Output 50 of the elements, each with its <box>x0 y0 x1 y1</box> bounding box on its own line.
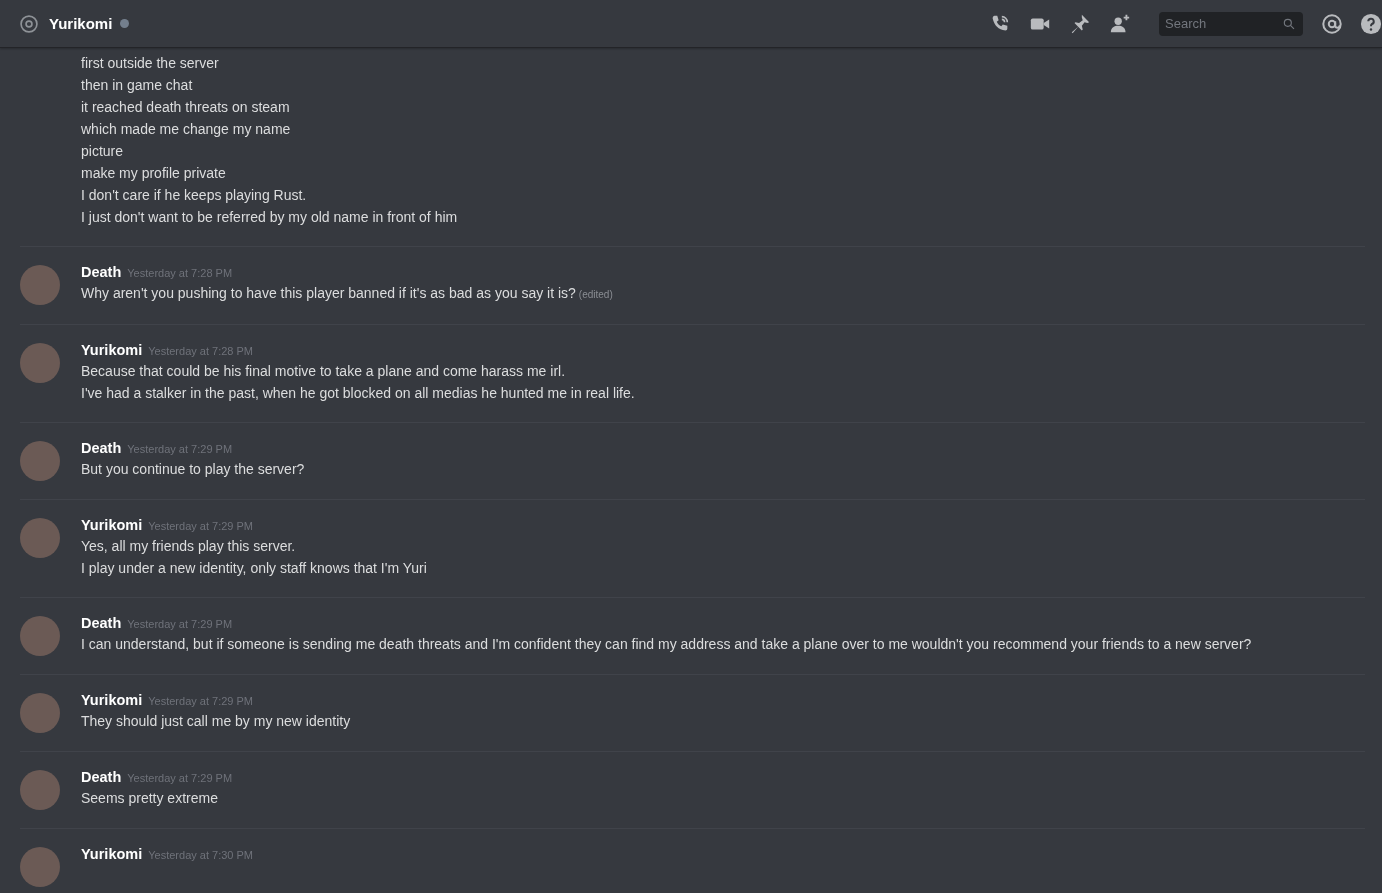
message-text: first outside the server <box>81 55 219 71</box>
timestamp: Yesterday at 7:29 PM <box>127 772 233 784</box>
search-field[interactable]: Search <box>1159 11 1303 36</box>
search-icon <box>1282 16 1296 31</box>
avatar-placeholder[interactable] <box>20 770 60 810</box>
author-name[interactable]: Death <box>81 769 122 785</box>
message-text: which made me change my name <box>81 121 291 137</box>
help-icon[interactable] <box>1360 12 1382 35</box>
message-text: Because that could be his final motive to take a plane and come harass me irl. <box>81 363 566 379</box>
timestamp: Yesterday at 7:29 PM <box>127 443 233 455</box>
message-text: I can understand, but if someone is sending me death threats and I'm confident they can find my address and take a plane over to me wouldn't you recommend your friends to a new server? <box>81 636 1252 652</box>
pin-icon[interactable] <box>1069 12 1091 35</box>
author-name[interactable]: Death <box>81 440 122 456</box>
message-text: it reached death threats on steam <box>81 99 290 115</box>
message-text: But you continue to play the server? <box>81 461 305 477</box>
message-text: I just don't want to be referred by my old name in front of him <box>81 209 458 225</box>
message-text: picture <box>81 143 124 159</box>
message-text: I don't care if he keeps playing Rust. <box>81 187 307 203</box>
avatar-placeholder[interactable] <box>20 265 60 305</box>
author-name[interactable]: Yurikomi <box>81 846 143 862</box>
author-name[interactable]: Death <box>81 615 122 631</box>
author-name[interactable]: Yurikomi <box>81 517 143 533</box>
channel-title: Yurikomi <box>49 15 113 32</box>
message-text: Why aren't you pushing to have this player banned if it's as bad as you say it is? <box>81 285 576 301</box>
timestamp: Yesterday at 7:29 PM <box>148 520 254 532</box>
message-text: Yes, all my friends play this server. <box>81 538 296 554</box>
message-text: I've had a stalker in the past, when he got blocked on all medias he hunted me in real life. <box>81 385 635 401</box>
message-text: They should just call me by my new identity <box>81 713 351 729</box>
message-text: Seems pretty extreme <box>81 790 218 806</box>
avatar-placeholder[interactable] <box>20 441 60 481</box>
avatar-placeholder[interactable] <box>20 343 60 383</box>
author-name[interactable]: Yurikomi <box>81 342 143 358</box>
timestamp: Yesterday at 7:30 PM <box>148 849 254 861</box>
avatar-placeholder[interactable] <box>20 616 60 656</box>
avatar-placeholder[interactable] <box>20 518 60 558</box>
timestamp: Yesterday at 7:29 PM <box>127 618 233 630</box>
timestamp: Yesterday at 7:28 PM <box>148 345 254 357</box>
message-text: I play under a new identity, only staff knows that I'm Yuri <box>81 560 427 576</box>
timestamp: Yesterday at 7:28 PM <box>127 267 233 279</box>
avatar-placeholder[interactable] <box>20 693 60 733</box>
avatar-placeholder[interactable] <box>20 847 60 887</box>
timestamp: Yesterday at 7:29 PM <box>148 695 254 707</box>
author-name[interactable]: Yurikomi <box>81 692 143 708</box>
message-text: make my profile private <box>81 165 226 181</box>
author-name[interactable]: Death <box>81 264 122 280</box>
add-friend-icon[interactable] <box>1109 12 1131 35</box>
message-text: then in game chat <box>81 77 193 93</box>
mentions-icon[interactable] <box>1321 12 1343 35</box>
edited-label: (edited) <box>578 289 613 300</box>
status-dot <box>120 19 130 28</box>
